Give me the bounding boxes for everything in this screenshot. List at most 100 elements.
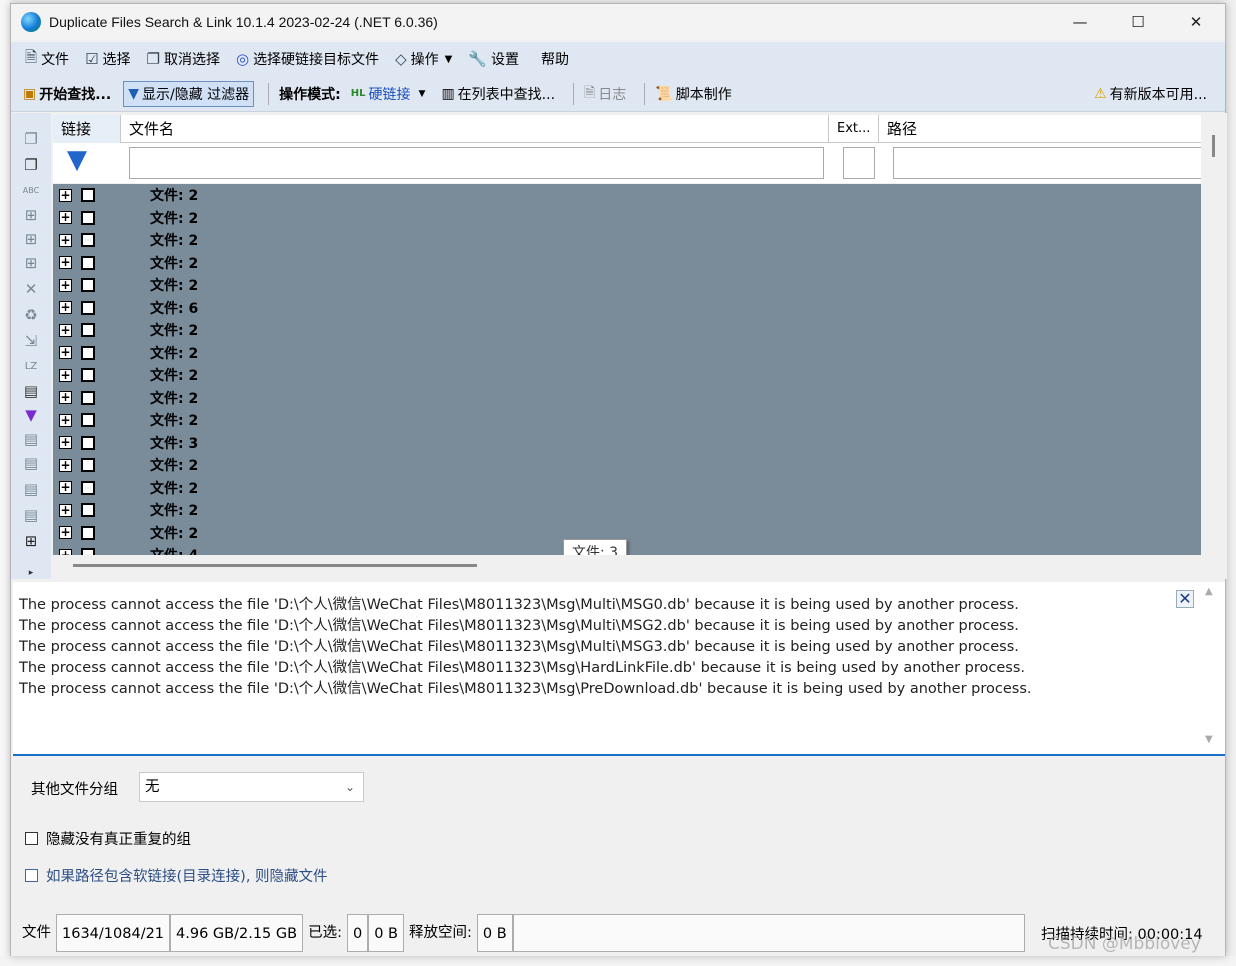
expand-icon[interactable]: + [59, 368, 72, 382]
scroll-down-icon[interactable]: ▼ [1205, 734, 1213, 745]
expand-icon[interactable]: + [59, 413, 72, 427]
vertical-scrollbar[interactable] [1205, 115, 1223, 555]
row-checkbox[interactable] [81, 345, 95, 360]
recycle-icon[interactable]: ♻ [21, 305, 41, 325]
expand-icon[interactable]: + [59, 436, 72, 450]
path-filter-input[interactable] [893, 147, 1201, 179]
op-mode-dropdown[interactable]: HL 硬链接 ▼ [347, 81, 430, 107]
filter-column-icon[interactable]: ▼ [21, 405, 41, 425]
hide-non-duplicate-checkbox[interactable] [25, 832, 38, 845]
row-checkbox[interactable] [81, 548, 95, 555]
row-checkbox[interactable] [81, 323, 95, 338]
hide-symlink-option[interactable]: 如果路径包含软链接(目录连接), 则隐藏文件 [25, 865, 328, 886]
column-icon[interactable]: ▤ [21, 479, 41, 499]
row-checkbox[interactable] [81, 435, 95, 450]
row-checkbox[interactable] [81, 255, 95, 270]
column-ext[interactable]: Ext... [829, 115, 879, 143]
close-log-button[interactable]: ✕ [1176, 590, 1194, 608]
table-row[interactable]: + 文件: 2 [53, 229, 1201, 252]
table-row[interactable]: + 文件: 2 [53, 454, 1201, 477]
table-row[interactable]: + 文件: 2 [53, 387, 1201, 410]
row-checkbox[interactable] [81, 503, 95, 518]
expand-icon[interactable]: + [59, 481, 72, 495]
menu-select-hardlink-target[interactable]: ◎ 选择硬链接目标文件 [236, 49, 379, 69]
close-button[interactable]: ✕ [1167, 4, 1225, 40]
menu-select[interactable]: ☑ 选择 [85, 49, 130, 69]
table-row[interactable]: + 文件: 2 [53, 364, 1201, 387]
abc-icon[interactable]: ABC [21, 181, 41, 201]
hide-symlink-checkbox[interactable] [25, 869, 38, 882]
expand-icon[interactable]: + [59, 503, 72, 517]
grid-icon[interactable]: ⊞ [21, 531, 41, 551]
column-link[interactable]: 链接 [53, 115, 121, 143]
column-path[interactable]: 路径 [879, 115, 1201, 143]
minimize-button[interactable]: — [1051, 4, 1109, 40]
expand-icon[interactable]: + [59, 278, 72, 292]
expand-icon[interactable]: + [59, 346, 72, 360]
expand-icon[interactable]: + [59, 391, 72, 405]
row-checkbox[interactable] [81, 278, 95, 293]
copy-icon[interactable]: ❐ [21, 129, 41, 149]
find-in-list-button[interactable]: ▥ 在列表中查找... [437, 81, 559, 107]
ext-filter-input[interactable] [843, 147, 875, 179]
column-icon[interactable]: ▤ [21, 381, 41, 401]
table-row[interactable]: + 文件: 2 [53, 477, 1201, 500]
tree-icon[interactable]: ⊞ [21, 205, 41, 225]
toggle-filter-button[interactable]: ▼ 显示/隐藏 过滤器 [123, 80, 255, 107]
other-groups-select[interactable]: 无 ⌄ [139, 772, 364, 802]
menu-settings[interactable]: 🔧 设置 [468, 49, 519, 69]
expand-icon[interactable]: + [59, 323, 72, 337]
column-filename[interactable]: 文件名 [121, 115, 829, 143]
start-search-button[interactable]: ▣ 开始查找... [19, 81, 115, 107]
table-row[interactable]: + 文件: 6 [53, 297, 1201, 320]
table-row[interactable]: + 文件: 2 [53, 274, 1201, 297]
horizontal-scrollbar[interactable] [53, 555, 1201, 575]
row-checkbox[interactable] [81, 480, 95, 495]
funnel-icon[interactable]: ▼ [67, 145, 87, 175]
tree-icon[interactable]: ⊞ [21, 229, 41, 249]
horizontal-scroll-thumb[interactable] [73, 564, 477, 567]
table-row[interactable]: + 文件: 2 [53, 409, 1201, 432]
row-checkbox[interactable] [81, 413, 95, 428]
move-icon[interactable]: ⇲ [21, 331, 41, 351]
column-icon[interactable]: ▤ [21, 429, 41, 449]
table-row[interactable]: + 文件: 2 [53, 207, 1201, 230]
menu-help[interactable]: 帮助 [541, 49, 569, 69]
log-button[interactable]: 🗎 日志 [580, 81, 630, 107]
maximize-button[interactable]: ☐ [1109, 4, 1167, 40]
table-row[interactable]: + 文件: 2 [53, 252, 1201, 275]
row-checkbox[interactable] [81, 368, 95, 383]
delete-icon[interactable]: ✕ [21, 279, 41, 299]
expand-icon[interactable]: + [59, 301, 72, 315]
table-row[interactable]: + 文件: 3 [53, 432, 1201, 455]
row-checkbox[interactable] [81, 188, 95, 203]
hide-non-duplicate-option[interactable]: 隐藏没有真正重复的组 [25, 828, 191, 849]
filename-filter-input[interactable] [129, 147, 824, 179]
row-checkbox[interactable] [81, 210, 95, 225]
table-row[interactable]: + 文件: 2 [53, 319, 1201, 342]
tree-icon[interactable]: ⊞ [21, 253, 41, 273]
row-checkbox[interactable] [81, 458, 95, 473]
copy-icon[interactable]: ❐ [21, 155, 41, 175]
menu-file[interactable]: 🗎 文件 [25, 47, 69, 72]
expand-icon[interactable]: + [59, 256, 72, 270]
row-checkbox[interactable] [81, 300, 95, 315]
expand-icon[interactable]: + [59, 458, 72, 472]
menu-deselect[interactable]: ❐ 取消选择 [147, 49, 220, 69]
script-button[interactable]: 📜 脚本制作 [651, 81, 735, 107]
column-icon[interactable]: ▤ [21, 505, 41, 525]
expand-icon[interactable]: + [59, 211, 72, 225]
lz-icon[interactable]: LZ [21, 357, 41, 377]
column-icon[interactable]: ▤ [21, 453, 41, 473]
scroll-up-icon[interactable]: ▲ [1205, 586, 1213, 597]
menu-operations[interactable]: ◇ 操作 ▼ [395, 49, 452, 69]
row-checkbox[interactable] [81, 233, 95, 248]
table-row[interactable]: + 文件: 2 [53, 342, 1201, 365]
table-row[interactable]: + 文件: 2 [53, 184, 1201, 207]
expand-arrow-icon[interactable]: ▸ [21, 563, 41, 583]
table-row[interactable]: + 文件: 2 [53, 499, 1201, 522]
expand-icon[interactable]: + [59, 526, 72, 540]
vertical-scroll-thumb[interactable] [1212, 135, 1215, 157]
expand-icon[interactable]: + [59, 233, 72, 247]
new-version-button[interactable]: ⚠ 有新版本可用... [1090, 81, 1211, 107]
